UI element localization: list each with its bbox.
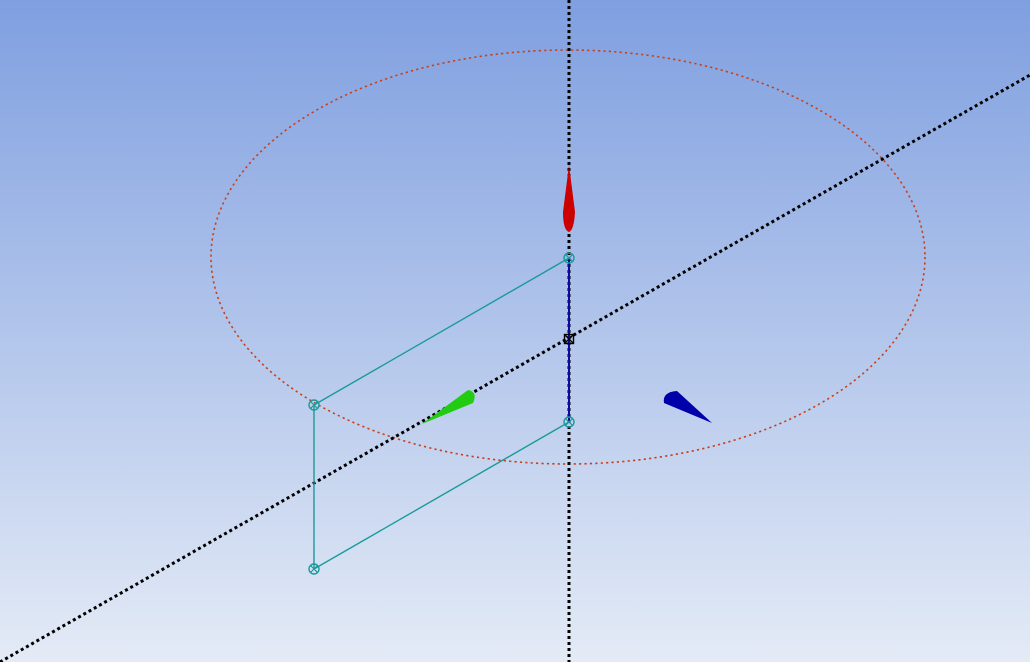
viewport-background xyxy=(0,0,1030,662)
3d-scene[interactable] xyxy=(0,0,1030,662)
graphics-viewport[interactable] xyxy=(0,0,1030,662)
